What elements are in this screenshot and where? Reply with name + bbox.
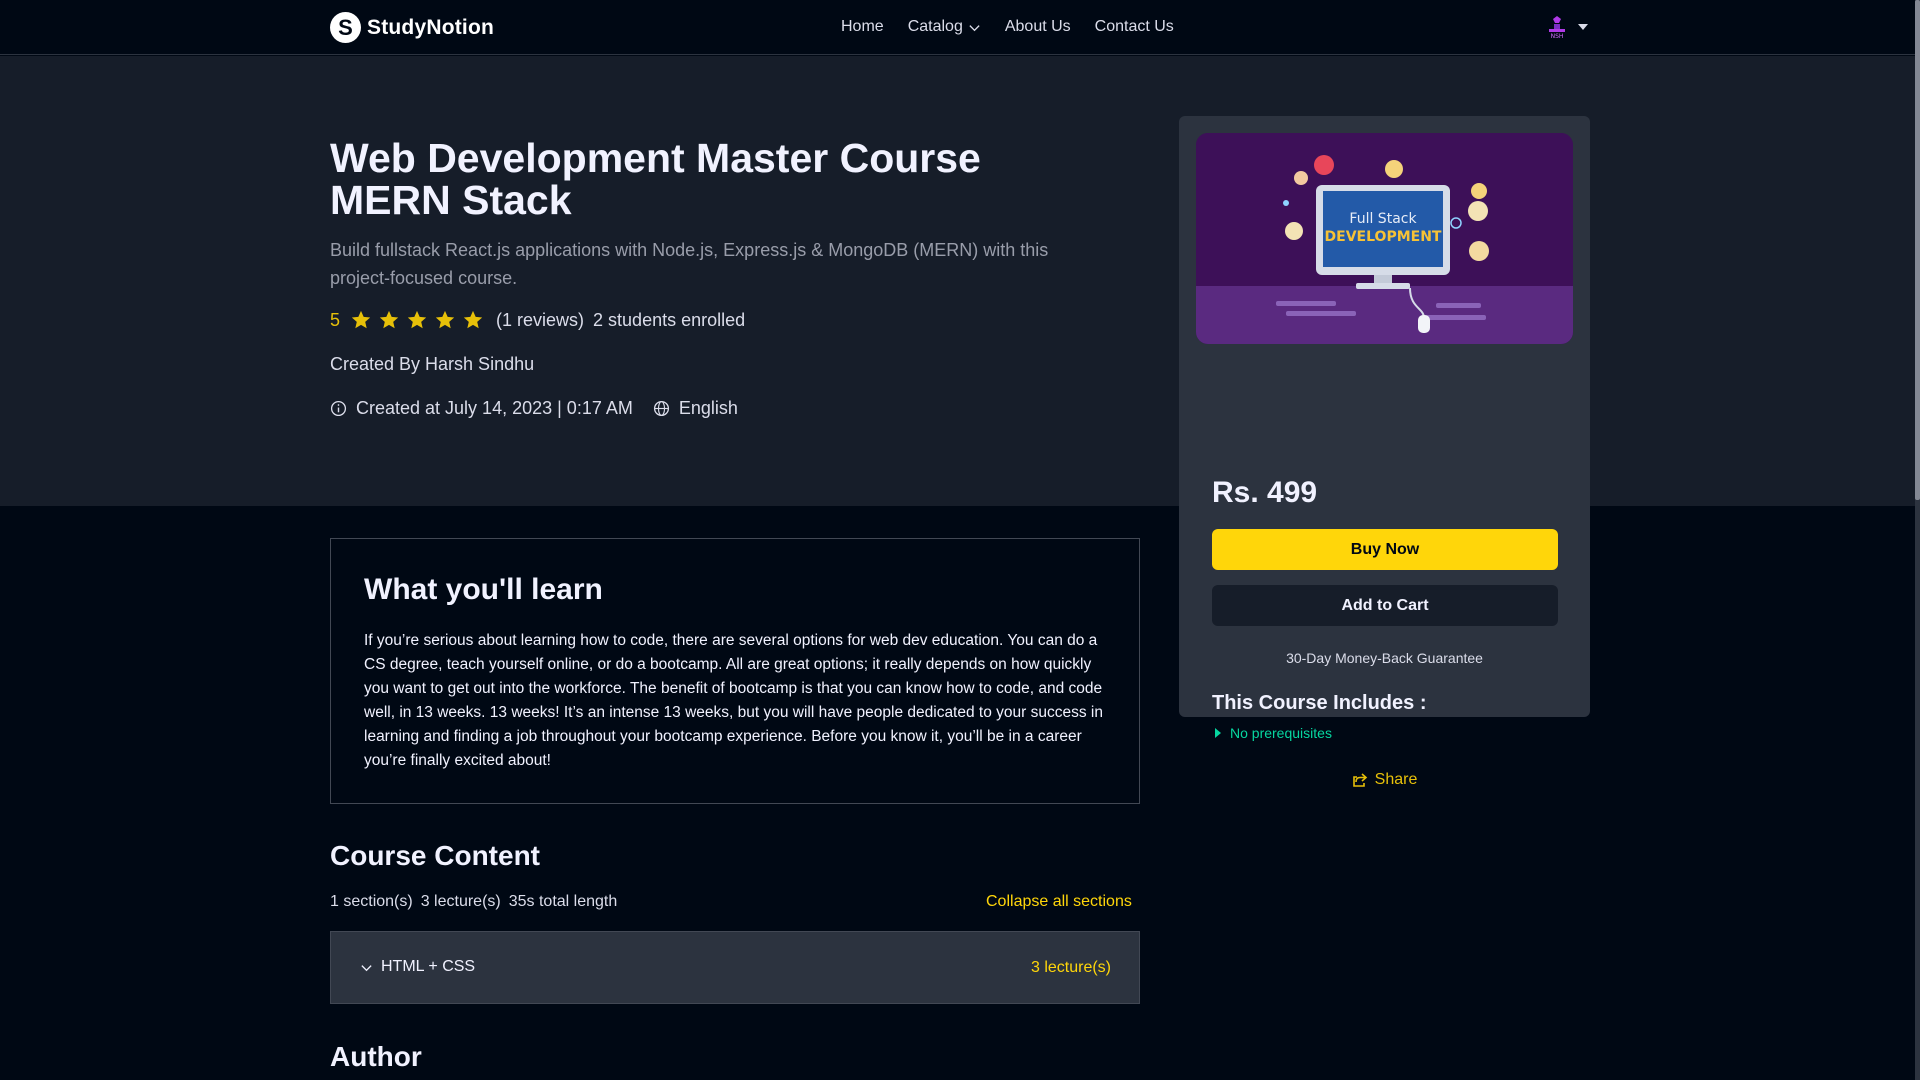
info-icon — [330, 400, 347, 417]
nav-contact[interactable]: Contact Us — [1095, 18, 1174, 36]
lectures-count: 3 lecture(s) — [420, 893, 501, 910]
review-count: (1 reviews) — [496, 309, 585, 330]
created-at: Created at July 14, 2023 | 0:17 AM — [356, 398, 633, 418]
share-button[interactable]: Share — [1179, 771, 1590, 789]
total-length: 35s total length — [508, 893, 618, 910]
course-description: Build fullstack React.js applications wi… — [330, 240, 1049, 288]
nav-links: Home Catalog About Us Contact Us — [841, 18, 1174, 36]
purchase-card: Full Stack DEVELOPMENT Rs. 499 Buy Now A… — [1179, 116, 1590, 788]
nav-home[interactable]: Home — [841, 18, 884, 36]
share-icon — [1352, 773, 1367, 787]
author-title: Author — [330, 1041, 422, 1072]
thumbnail-illustration: Full Stack DEVELOPMENT — [1196, 133, 1573, 344]
chevron-down-icon — [969, 24, 980, 31]
created-by: Created By Harsh Sindhu — [330, 354, 535, 374]
scrollbar[interactable] — [1915, 0, 1920, 1080]
course-title: Web Development Master Course MERN Stack — [330, 135, 981, 223]
rating-row: 5 (1 reviews) 2 students enrolled — [330, 309, 745, 331]
language: English — [653, 398, 738, 419]
caret-right-icon — [1215, 728, 1221, 738]
add-to-cart-button[interactable]: Add to Cart — [1212, 585, 1558, 626]
profile-dropdown[interactable]: NSH — [1544, 14, 1588, 40]
star-icon — [463, 310, 483, 329]
globe-icon — [653, 400, 669, 417]
chevron-down-icon — [361, 964, 372, 971]
includes-item: No prerequisites — [1215, 725, 1332, 741]
thumb-text-1: Full Stack — [1349, 211, 1417, 227]
course-meta: Created at July 14, 2023 | 0:17 AM Engli… — [330, 398, 738, 419]
course-content-stats: 1 section(s) 3 lecture(s) 35s total leng… — [330, 893, 617, 911]
includes-title: This Course Includes : — [1212, 692, 1427, 714]
star-rating — [350, 309, 484, 331]
scrollbar-thumb[interactable] — [1915, 0, 1920, 500]
thumb-text-2: DEVELOPMENT — [1325, 229, 1442, 245]
logo-icon: S — [330, 12, 361, 43]
course-content-title: Course Content — [330, 840, 540, 871]
buy-now-button[interactable]: Buy Now — [1212, 529, 1558, 570]
money-back-guarantee: 30-Day Money-Back Guarantee — [1286, 650, 1483, 666]
star-icon — [351, 310, 371, 329]
nav-catalog[interactable]: Catalog — [908, 18, 981, 36]
includes-item-label: No prerequisites — [1230, 725, 1332, 741]
section-name: HTML + CSS — [381, 958, 476, 975]
enrolled-count: 2 students enrolled — [593, 309, 746, 330]
course-price: Rs. 499 — [1212, 476, 1318, 509]
what-you-learn: What you'll learn If you’re serious abou… — [330, 538, 1140, 804]
share-label: Share — [1374, 771, 1418, 788]
language-label: English — [678, 398, 738, 418]
section-lecture-count: 3 lecture(s) — [1030, 959, 1111, 976]
caret-down-icon[interactable] — [1578, 24, 1588, 30]
collapse-all-sections-button[interactable]: Collapse all sections — [986, 893, 1132, 911]
nav-catalog-label: Catalog — [907, 18, 963, 35]
navbar: S StudyNotion Home Catalog About Us Cont… — [0, 0, 1920, 55]
brand-logo[interactable]: S StudyNotion — [330, 12, 494, 43]
section-header: HTML + CSS — [360, 958, 475, 976]
star-icon — [407, 310, 427, 329]
nav-about[interactable]: About Us — [1005, 18, 1071, 36]
rating-value: 5 — [330, 309, 341, 330]
section-accordion[interactable]: HTML + CSS 3 lecture(s) — [330, 931, 1140, 1004]
brand-name: StudyNotion — [367, 15, 495, 39]
star-icon — [435, 310, 455, 329]
avatar[interactable]: NSH — [1544, 14, 1570, 40]
svg-text:NSH: NSH — [1551, 33, 1564, 40]
sections-count: 1 section(s) — [330, 893, 413, 910]
learn-text: If you’re serious about learning how to … — [364, 632, 1103, 769]
star-icon — [379, 310, 399, 329]
learn-title: What you'll learn — [364, 573, 603, 606]
course-thumbnail: Full Stack DEVELOPMENT — [1196, 133, 1573, 344]
